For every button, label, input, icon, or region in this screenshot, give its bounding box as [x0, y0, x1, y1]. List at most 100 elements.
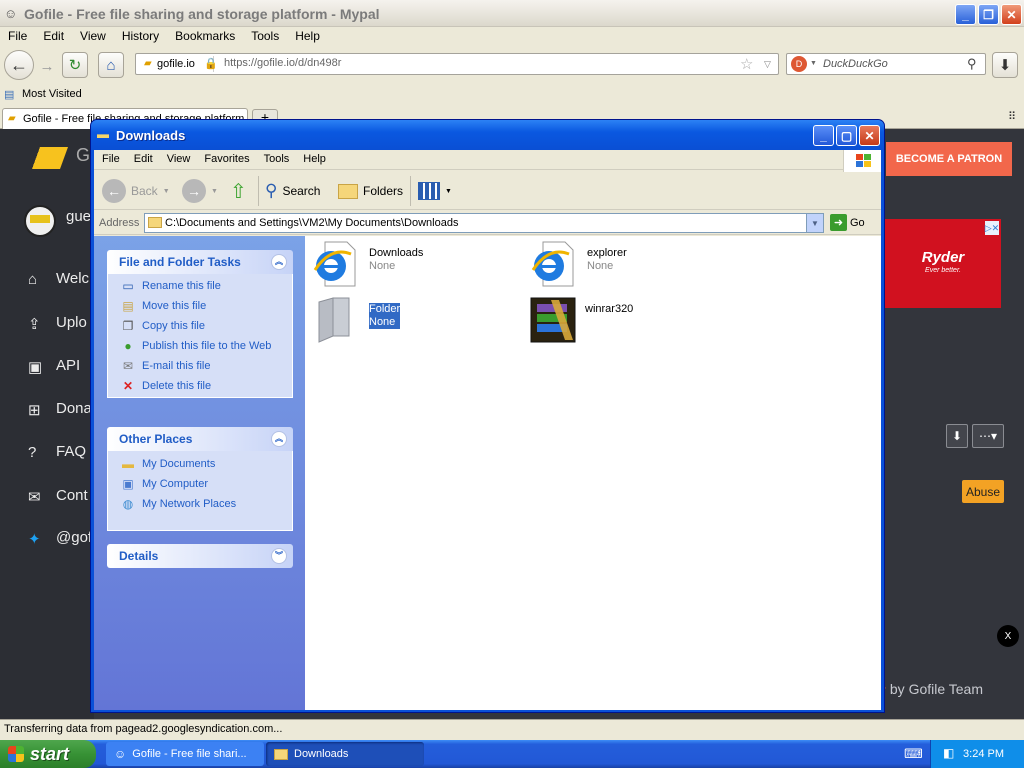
file-item-explorer[interactable]: explorer None: [531, 240, 627, 288]
start-button[interactable]: start: [0, 740, 96, 768]
tab-list-icon[interactable]: ⠿: [1008, 110, 1016, 123]
address-dropdown-icon[interactable]: ▼: [806, 214, 823, 232]
ex-search-button[interactable]: ⚲ Search: [265, 178, 320, 204]
file-sub: None: [587, 260, 614, 272]
home-icon: ⌂: [28, 270, 38, 288]
ex-forward-button[interactable]: → ▼: [182, 178, 218, 204]
search-icon[interactable]: ⚲: [967, 56, 977, 72]
url-bar[interactable]: ▰ gofile.io 🔒 https://gofile.io/d/dn498r…: [135, 53, 779, 75]
duckduckgo-icon[interactable]: D: [791, 56, 807, 72]
ex-menu-file[interactable]: File: [102, 150, 120, 169]
details-header[interactable]: Details ︾: [107, 544, 293, 568]
explorer-maximize-button[interactable]: ▢: [836, 125, 857, 146]
my-documents-link[interactable]: ▬ My Documents: [120, 457, 215, 471]
clock[interactable]: 3:24 PM: [963, 748, 1004, 760]
search-engine-dropdown-icon[interactable]: ▼: [810, 60, 817, 67]
file-name: Downloads: [369, 247, 424, 259]
url-dropdown-icon[interactable]: ▽: [764, 59, 771, 70]
nav-contact[interactable]: ✉ Cont: [28, 487, 88, 506]
explorer-titlebar[interactable]: ▬ Downloads _ ▢ ✕: [91, 120, 884, 150]
bookmark-most-visited[interactable]: Most Visited: [22, 88, 82, 100]
nav-donate[interactable]: ⊞ Dona: [28, 400, 92, 419]
explorer-minimize-button[interactable]: _: [813, 125, 834, 146]
more-dots-icon: ⋯▾: [978, 429, 998, 443]
views-icon: [418, 182, 440, 200]
file-item-downloads[interactable]: Downloads None: [313, 240, 423, 288]
home-button[interactable]: ⌂: [98, 52, 124, 78]
ex-views-button[interactable]: ▼: [418, 178, 452, 204]
menu-history[interactable]: History: [122, 28, 159, 44]
become-patron-button[interactable]: BECOME A PATRON: [886, 142, 1012, 176]
other-places-header[interactable]: Other Places ︽: [107, 427, 293, 451]
ex-menu-view[interactable]: View: [167, 150, 191, 169]
menu-bookmarks[interactable]: Bookmarks: [175, 28, 235, 44]
ex-up-button[interactable]: ⇧: [230, 178, 247, 204]
address-label: Address: [99, 217, 140, 229]
network-tray-icon[interactable]: ◧: [943, 746, 954, 760]
file-item-folder[interactable]: Folder None: [313, 296, 401, 344]
address-input[interactable]: C:\Documents and Settings\VM2\My Documen…: [144, 213, 824, 233]
abuse-button[interactable]: Abuse: [962, 480, 1004, 503]
email-file-link[interactable]: ✉ E-mail this file: [120, 359, 211, 373]
copy-file-link[interactable]: ❐ Copy this file: [120, 319, 205, 333]
status-text: Transferring data from pagead2.googlesyn…: [4, 723, 283, 735]
my-network-places-link[interactable]: ◍ My Network Places: [120, 497, 236, 511]
ex-menu-favorites[interactable]: Favorites: [204, 150, 249, 169]
rename-icon: ▭: [122, 279, 134, 293]
collapse-chevron-icon[interactable]: ︽: [271, 431, 287, 447]
restore-button[interactable]: ❐: [978, 4, 999, 25]
ex-folders-button[interactable]: Folders: [338, 178, 403, 204]
my-computer-link[interactable]: ▣ My Computer: [120, 477, 208, 491]
menu-edit[interactable]: Edit: [43, 28, 64, 44]
folder-icon: [274, 748, 288, 760]
logo-shape-icon: [19, 147, 69, 169]
nav-twitter[interactable]: ✦ @gof: [28, 529, 92, 548]
collapse-chevron-icon[interactable]: ︽: [271, 254, 287, 270]
bookmark-star-icon[interactable]: ☆: [740, 55, 753, 73]
minimize-button[interactable]: _: [955, 4, 976, 25]
nav-api[interactable]: ▣ API: [28, 357, 80, 376]
user-avatar[interactable]: [24, 205, 56, 237]
file-tasks-header[interactable]: File and Folder Tasks ︽: [107, 250, 293, 274]
delete-file-link[interactable]: ✕ Delete this file: [120, 379, 211, 393]
browser-titlebar[interactable]: ☺ Gofile - Free file sharing and storage…: [0, 0, 1024, 27]
keyboard-icon[interactable]: ⌨: [904, 746, 923, 762]
menu-tools[interactable]: Tools: [251, 28, 279, 44]
rename-file-link[interactable]: ▭ Rename this file: [120, 279, 221, 293]
move-file-link[interactable]: ▤ Move this file: [120, 299, 206, 313]
expand-chevron-icon[interactable]: ︾: [271, 548, 287, 564]
forward-button[interactable]: →: [34, 53, 60, 79]
nav-faq[interactable]: ? FAQ: [28, 443, 86, 461]
site-identity[interactable]: gofile.io: [139, 56, 214, 72]
menu-file[interactable]: File: [8, 28, 27, 44]
windows-logo-icon: [843, 150, 881, 172]
explorer-close-button[interactable]: ✕: [859, 125, 880, 146]
taskbar-item-gofile[interactable]: ☺ Gofile - Free file shari...: [106, 742, 264, 766]
menu-view[interactable]: View: [80, 28, 106, 44]
more-options-button[interactable]: ⋯▾: [972, 424, 1004, 448]
search-bar[interactable]: D ▼ DuckDuckGo ⚲: [786, 53, 986, 75]
go-button[interactable]: ➜ Go: [830, 214, 865, 231]
delete-x-icon: ✕: [122, 379, 134, 393]
copy-icon: ❐: [122, 319, 134, 333]
nav-welcome[interactable]: ⌂ Welc: [28, 270, 89, 288]
downloads-button[interactable]: ⬇: [992, 52, 1018, 78]
ad-choices-icon[interactable]: ▷✕: [985, 221, 999, 235]
ex-menu-tools[interactable]: Tools: [264, 150, 290, 169]
download-button[interactable]: ⬇: [946, 424, 968, 448]
ex-menu-help[interactable]: Help: [303, 150, 326, 169]
url-text[interactable]: https://gofile.io/d/dn498r: [224, 57, 341, 69]
file-item-winrar320[interactable]: winrar320: [529, 296, 633, 344]
back-button[interactable]: ←: [4, 50, 34, 80]
ryder-ad[interactable]: Ryder Ever better.: [885, 219, 1001, 308]
reload-button[interactable]: ↻: [62, 52, 88, 78]
nav-upload[interactable]: ⇪ Uplo: [28, 314, 87, 333]
mypal-icon: ☺: [4, 6, 18, 21]
menu-help[interactable]: Help: [295, 28, 320, 44]
ex-menu-edit[interactable]: Edit: [134, 150, 153, 169]
overlay-close-button[interactable]: X: [997, 625, 1019, 647]
close-button[interactable]: ✕: [1001, 4, 1022, 25]
taskbar-item-downloads[interactable]: Downloads: [266, 742, 424, 766]
ex-back-button[interactable]: ← Back ▼: [102, 178, 170, 204]
publish-web-link[interactable]: ● Publish this file to the Web: [120, 339, 271, 353]
